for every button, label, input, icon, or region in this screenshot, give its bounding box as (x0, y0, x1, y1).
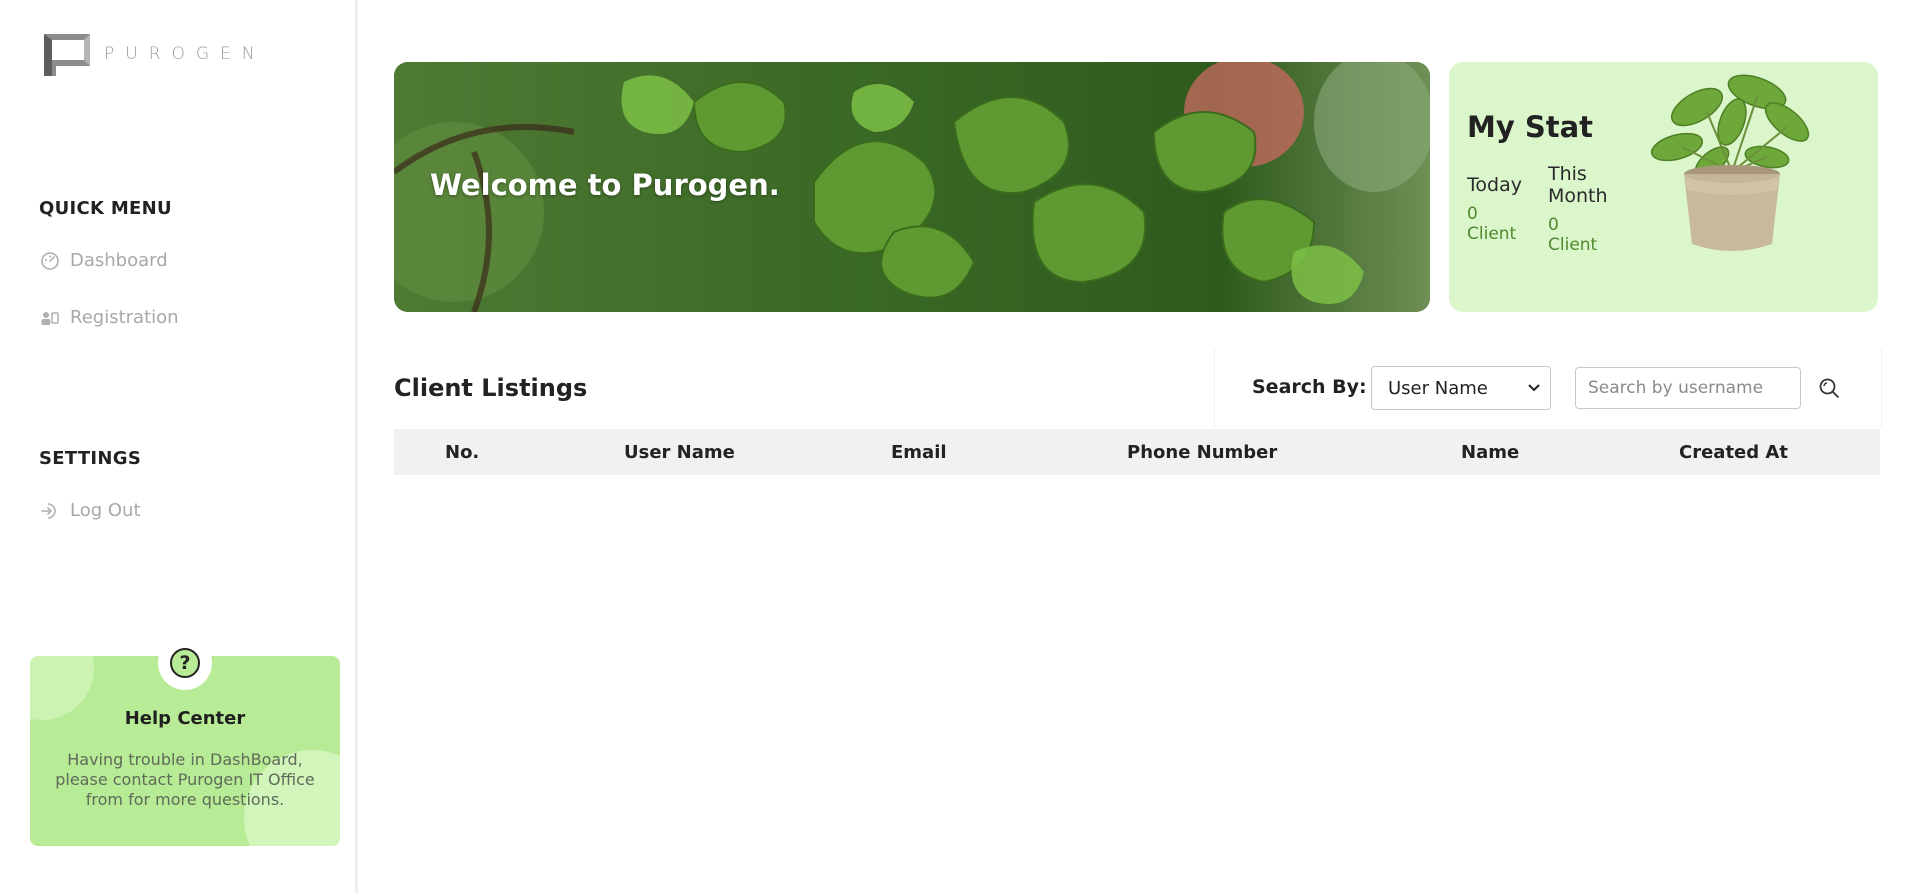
chevron-down-icon (1528, 384, 1540, 392)
column-header-username[interactable]: User Name (624, 442, 735, 463)
help-badge: ? (158, 636, 212, 690)
column-header-email[interactable]: Email (891, 442, 947, 463)
sidebar: PUROGEN QUICK MENU Dashboard Registratio… (0, 0, 358, 893)
sidebar-item-dashboard[interactable]: Dashboard (40, 250, 168, 271)
column-header-created-at[interactable]: Created At (1679, 442, 1788, 463)
my-stat-card: My Stat Today 0 Client This Month 0 Clie… (1449, 62, 1878, 312)
quick-menu-title: QUICK MENU (39, 198, 172, 219)
stat-month-value: 0 Client (1548, 215, 1598, 255)
question-mark-icon: ? (170, 648, 200, 678)
welcome-banner: Welcome to Purogen. (394, 62, 1430, 312)
sidebar-item-label: Log Out (70, 500, 141, 521)
client-listings-title: Client Listings (394, 374, 588, 402)
registration-icon (40, 308, 60, 328)
help-center-text: Having trouble in DashBoard, please cont… (55, 750, 315, 809)
column-header-phone[interactable]: Phone Number (1127, 442, 1277, 463)
dashboard-gauge-icon (40, 251, 60, 271)
stat-today-value: 0 Client (1467, 204, 1517, 244)
search-icon[interactable] (1818, 377, 1840, 399)
help-center-title: Help Center (124, 708, 246, 729)
search-by-select[interactable]: User Name (1371, 366, 1551, 410)
purogen-logo-icon (44, 34, 90, 76)
column-header-name[interactable]: Name (1461, 442, 1519, 463)
brand-logo[interactable]: PUROGEN (42, 30, 266, 78)
search-input[interactable] (1575, 367, 1801, 409)
sidebar-item-label: Registration (70, 307, 179, 328)
sidebar-item-logout[interactable]: Log Out (40, 500, 141, 521)
sidebar-item-label: Dashboard (70, 250, 168, 271)
logout-icon (40, 501, 60, 521)
search-by-label: Search By: (1252, 376, 1367, 398)
potted-plant-image (1650, 74, 1810, 251)
client-table-header: No. User Name Email Phone Number Name Cr… (394, 429, 1880, 475)
stat-month-label: This Month (1548, 163, 1608, 207)
column-header-no[interactable]: No. (445, 442, 479, 463)
stat-title: My Stat (1467, 110, 1594, 144)
search-by-selected: User Name (1388, 377, 1488, 399)
brand-name: PUROGEN (104, 44, 266, 64)
banner-title: Welcome to Purogen. (430, 168, 780, 202)
sidebar-item-registration[interactable]: Registration (40, 307, 179, 328)
settings-title: SETTINGS (39, 448, 142, 469)
stat-today-label: Today (1467, 174, 1522, 196)
